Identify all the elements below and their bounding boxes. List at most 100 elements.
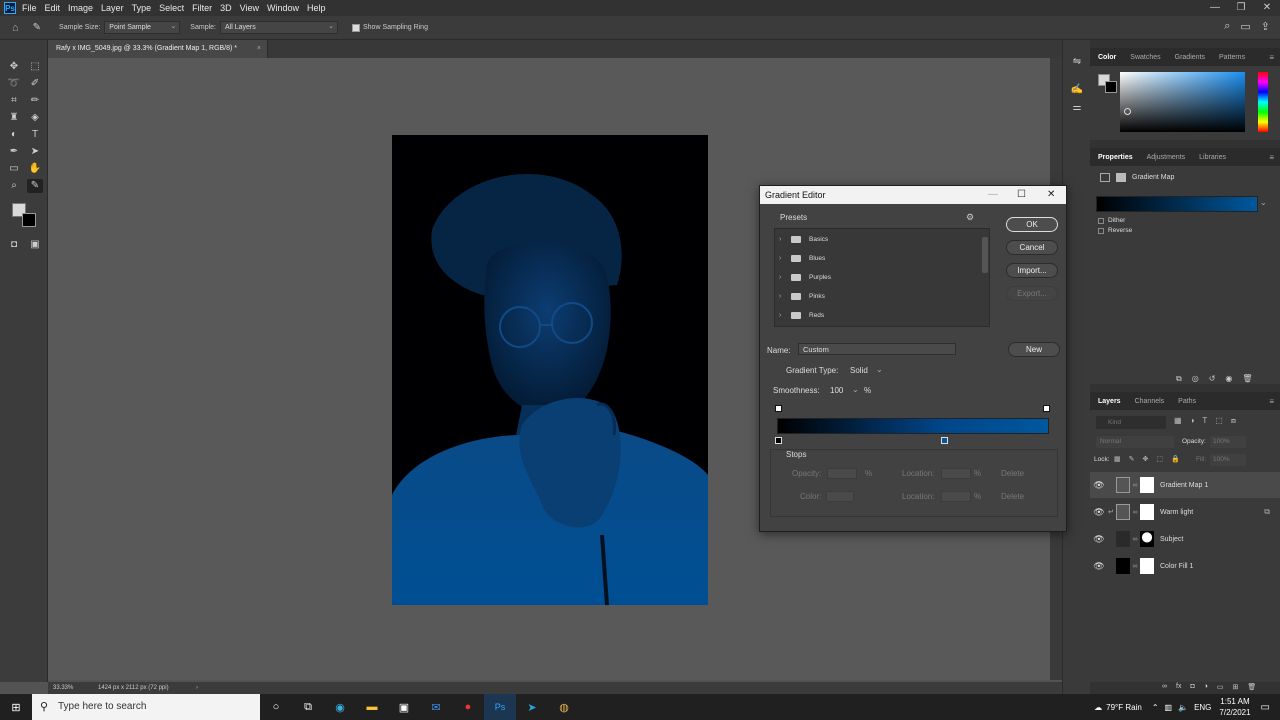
eyedropper-tool-preset-icon[interactable]: ✎ xyxy=(33,22,41,33)
presets-scrollbar[interactable] xyxy=(982,237,988,273)
screen-mode-icon[interactable]: ▣ xyxy=(27,238,43,252)
menu-3d[interactable]: 3D xyxy=(220,3,232,13)
document-image[interactable] xyxy=(392,135,708,605)
layer-mask-thumbnail[interactable] xyxy=(1140,504,1154,520)
language-icon[interactable]: ENG xyxy=(1194,703,1211,712)
menu-window[interactable]: Window xyxy=(267,3,299,13)
expand-chevron-icon[interactable]: › xyxy=(779,236,791,243)
move-tool-icon[interactable]: ✥ xyxy=(6,60,22,74)
filter-shape-icon[interactable]: ⬚ xyxy=(1215,416,1223,426)
menu-edit[interactable]: Edit xyxy=(45,3,61,13)
link-layers-icon[interactable]: ∞ xyxy=(1162,683,1167,691)
lock-all-icon[interactable]: 🔒 xyxy=(1171,455,1180,463)
eraser-tool-icon[interactable]: ◈ xyxy=(27,111,43,125)
filter-type-icon[interactable]: T xyxy=(1202,416,1207,426)
gradient-type-chevron-icon[interactable]: ⌄ xyxy=(876,365,883,374)
new-adjustment-icon[interactable]: ◑ xyxy=(1204,683,1208,691)
photoshop-taskbar-icon[interactable]: Ps xyxy=(484,694,516,720)
mask-icon[interactable] xyxy=(1116,173,1126,182)
tab-layers[interactable]: Layers xyxy=(1098,398,1121,405)
stamp-tool-icon[interactable]: ♜ xyxy=(6,111,22,125)
lock-image-icon[interactable]: ✎ xyxy=(1129,455,1135,463)
filter-pixel-icon[interactable]: ▦ xyxy=(1174,416,1182,426)
gradient-bar[interactable] xyxy=(777,418,1049,434)
color-picker-field[interactable] xyxy=(1120,72,1245,132)
tray-chevron-icon[interactable]: ⌃ xyxy=(1152,703,1159,712)
tab-swatches[interactable]: Swatches xyxy=(1130,54,1160,61)
taskbar-search[interactable]: ⚲ Type here to search xyxy=(32,694,260,720)
history-icon[interactable]: ⇋ xyxy=(1069,56,1085,67)
sample-size-select[interactable]: Point Sample xyxy=(104,21,181,34)
reset-icon[interactable]: ↺ xyxy=(1209,374,1216,384)
weather-icon[interactable]: ☁ xyxy=(1094,703,1102,712)
edge-icon[interactable]: ◉ xyxy=(324,701,356,714)
link-icon[interactable]: ∞ xyxy=(1130,536,1140,543)
cancel-button[interactable]: Cancel xyxy=(1006,240,1058,255)
panel-background-swatch[interactable] xyxy=(1105,81,1117,93)
layer-name[interactable]: Gradient Map 1 xyxy=(1160,482,1208,489)
lasso-tool-icon[interactable]: ➰ xyxy=(6,77,22,91)
opacity-stop-left[interactable] xyxy=(775,405,782,412)
menu-file[interactable]: File xyxy=(22,3,37,13)
color-picker-marker[interactable] xyxy=(1124,108,1131,115)
view-previous-icon[interactable]: ◎ xyxy=(1192,374,1199,384)
app-red-icon[interactable]: ● xyxy=(452,701,484,713)
clip-to-layer-icon[interactable]: ⧉ xyxy=(1176,374,1182,384)
sample-select[interactable]: All Layers xyxy=(219,21,338,34)
ok-button[interactable]: OK xyxy=(1006,217,1058,232)
clock[interactable]: 1:51 AM 7/2/2021 xyxy=(1219,696,1250,718)
tab-color[interactable]: Color xyxy=(1098,54,1116,61)
layer-row-color-fill[interactable]: 👁 ∞ Color Fill 1 xyxy=(1090,553,1280,579)
preset-folder-pinks[interactable]: › Pinks xyxy=(779,288,825,304)
tab-libraries[interactable]: Libraries xyxy=(1199,154,1226,161)
lock-artboard-icon[interactable]: ⬚ xyxy=(1156,455,1163,463)
close-icon[interactable]: ✕ xyxy=(1254,0,1280,16)
reverse-checkbox[interactable] xyxy=(1098,228,1104,234)
visibility-eye-icon[interactable]: 👁 xyxy=(1090,480,1108,491)
menu-help[interactable]: Help xyxy=(307,3,326,13)
tab-gradients[interactable]: Gradients xyxy=(1175,54,1205,61)
gradient-name-input[interactable]: Custom xyxy=(798,343,956,355)
link-icon[interactable]: ∞ xyxy=(1130,509,1140,516)
brush-tool-icon[interactable]: ✏ xyxy=(27,94,43,108)
new-group-icon[interactable]: ▭ xyxy=(1217,683,1224,691)
menu-view[interactable]: View xyxy=(240,3,259,13)
home-icon[interactable]: ⌂ xyxy=(12,22,19,34)
presets-settings-gear-icon[interactable]: ⚙ xyxy=(966,212,974,223)
close-document-icon[interactable]: × xyxy=(257,40,261,58)
store-icon[interactable]: ▣ xyxy=(388,701,420,714)
opacity-field[interactable]: 100% xyxy=(1210,436,1246,448)
zoom-tool-icon[interactable]: ⌕ xyxy=(6,179,22,193)
expand-chevron-icon[interactable]: › xyxy=(779,255,791,262)
cortana-icon[interactable]: ○ xyxy=(260,701,292,713)
gradient-preview[interactable] xyxy=(1096,196,1258,212)
lock-transparency-icon[interactable]: ▦ xyxy=(1114,455,1121,463)
preset-folder-reds[interactable]: › Reds xyxy=(779,307,824,323)
hand-tool-icon[interactable]: ✋ xyxy=(27,162,43,176)
mail-icon[interactable]: ✉ xyxy=(420,701,452,714)
fill-field[interactable]: 100% xyxy=(1210,454,1246,466)
link-icon[interactable]: ∞ xyxy=(1130,563,1140,570)
expand-chevron-icon[interactable]: › xyxy=(779,312,791,319)
layer-row-gradient-map[interactable]: 👁 ∞ Gradient Map 1 xyxy=(1090,472,1280,498)
fx-icon[interactable]: fx xyxy=(1176,683,1181,691)
task-view-icon[interactable]: ⧉ xyxy=(292,701,324,714)
gradient-dropdown-icon[interactable]: ⌄ xyxy=(1260,198,1267,207)
menu-layer[interactable]: Layer xyxy=(101,3,124,13)
panel-menu-icon[interactable]: ≡ xyxy=(1269,53,1274,62)
opacity-stop-right[interactable] xyxy=(1043,405,1050,412)
lock-position-icon[interactable]: ✥ xyxy=(1143,455,1149,463)
share-icon[interactable]: ⇪ xyxy=(1261,20,1270,33)
telegram-icon[interactable]: ➤ xyxy=(516,701,548,714)
chrome-icon[interactable]: ◍ xyxy=(548,701,580,714)
dialog-title-bar[interactable]: Gradient Editor — ☐ ✕ xyxy=(760,186,1066,204)
adjustments-icon[interactable]: ⚌ xyxy=(1069,102,1085,113)
layer-row-subject[interactable]: 👁 ∞ Subject xyxy=(1090,526,1280,552)
layers-menu-icon[interactable]: ≡ xyxy=(1269,397,1274,406)
file-explorer-icon[interactable]: ▬ xyxy=(356,701,388,713)
layer-name[interactable]: Subject xyxy=(1160,536,1183,543)
expand-chevron-icon[interactable]: › xyxy=(779,293,791,300)
layer-row-warm-light[interactable]: 👁 ↵ ∞ Warm light ⧉ xyxy=(1090,499,1280,525)
quick-mask-icon[interactable]: ◘ xyxy=(6,238,22,252)
restore-icon[interactable]: ❐ xyxy=(1228,0,1254,16)
